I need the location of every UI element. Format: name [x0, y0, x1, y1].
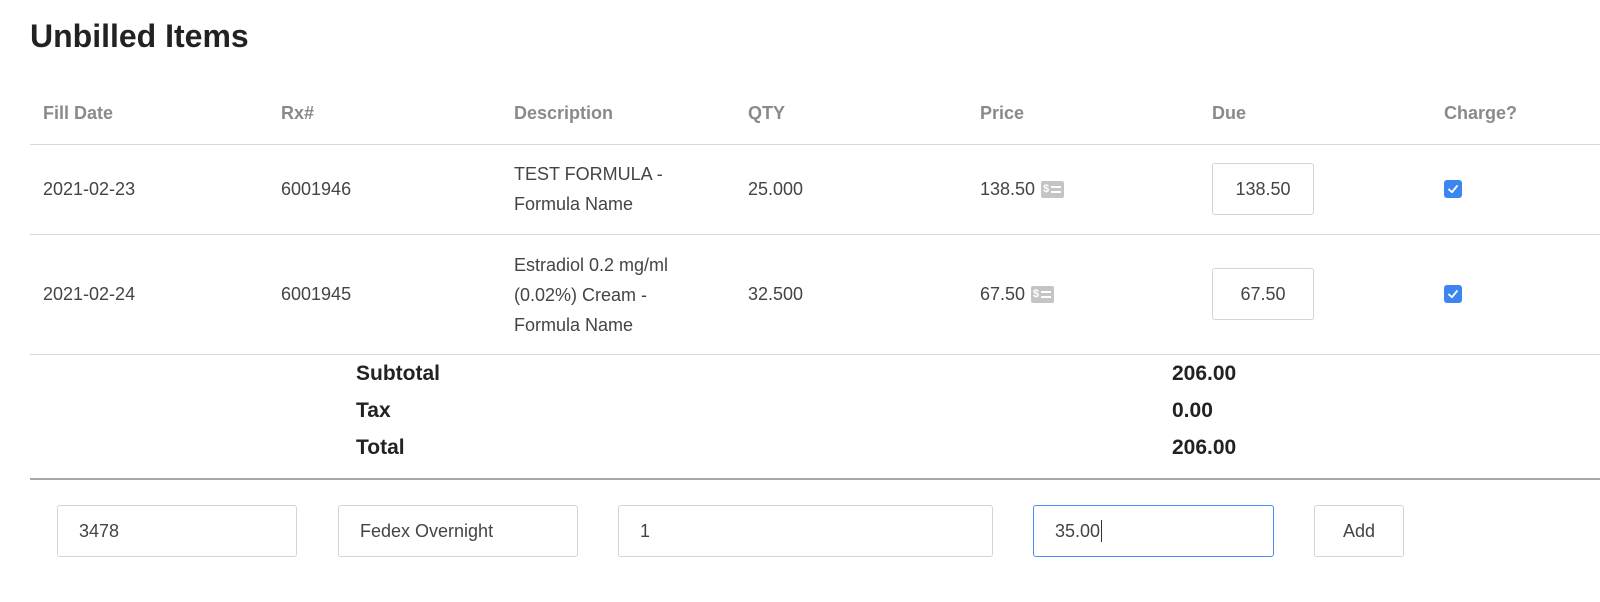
total-value: 206.00 [1172, 436, 1237, 459]
price-value: 138.50 [980, 179, 1036, 199]
charge-checkbox[interactable] [1444, 285, 1462, 303]
tax-label: Tax [356, 399, 391, 422]
col-header-due: Due [1212, 103, 1247, 123]
col-header-charge: Charge? [1444, 103, 1518, 123]
subtotal-label: Subtotal [356, 362, 440, 385]
col-header-description: Description [514, 103, 614, 123]
table-header: Fill Date Rx# Description QTY Price Due … [30, 88, 1600, 145]
description-cell: TEST FORMULA - Formula Name [514, 159, 714, 219]
price-value: 67.50 [980, 284, 1026, 304]
col-header-qty: QTY [748, 103, 786, 123]
total-label: Total [356, 436, 405, 459]
qty-cell: 25.000 [748, 179, 804, 199]
charge-checkbox[interactable] [1444, 180, 1462, 198]
description-line: (0.02%) Cream - [514, 285, 648, 305]
fill-date-cell: 2021-02-24 [43, 284, 136, 304]
totals-divider [30, 478, 1600, 480]
description-line: Estradiol 0.2 mg/ml [514, 255, 669, 275]
table-row: 2021-02-23 6001946 TEST FORMULA - Formul… [30, 145, 1600, 235]
due-amount-input[interactable]: 138.50 [1212, 163, 1314, 215]
rx-number-cell: 6001946 [281, 179, 352, 199]
page-title: Unbilled Items [30, 18, 249, 54]
item-price-input[interactable]: 35.00 [1033, 505, 1274, 557]
col-header-fill-date: Fill Date [43, 103, 114, 123]
item-qty-input[interactable]: 1 [618, 505, 993, 557]
table-row: 2021-02-24 6001945 Estradiol 0.2 mg/ml (… [30, 235, 1600, 355]
item-price-value: 35.00 [1055, 520, 1101, 541]
item-description-input[interactable]: Fedex Overnight [338, 505, 578, 557]
checkmark-icon [1448, 290, 1458, 299]
description-cell: Estradiol 0.2 mg/ml (0.02%) Cream - Form… [514, 250, 714, 340]
price-cell: 67.50 $ [980, 284, 1055, 305]
description-line: Formula Name [514, 194, 634, 214]
rx-number-cell: 6001945 [281, 284, 352, 304]
fill-date-cell: 2021-02-23 [43, 179, 136, 199]
add-button[interactable]: Add [1314, 505, 1404, 557]
col-header-rx: Rx# [281, 103, 315, 123]
payment-card-icon: $ [1031, 286, 1055, 303]
text-caret [1101, 520, 1103, 542]
price-cell: 138.50 $ [980, 179, 1065, 200]
payment-card-icon: $ [1041, 181, 1065, 198]
due-amount-input[interactable]: 67.50 [1212, 268, 1314, 320]
qty-cell: 32.500 [748, 284, 804, 304]
checkmark-icon [1448, 185, 1458, 194]
tax-value: 0.00 [1172, 399, 1213, 422]
subtotal-value: 206.00 [1172, 362, 1237, 385]
item-code-input[interactable]: 3478 [57, 505, 297, 557]
description-line: Formula Name [514, 315, 634, 335]
col-header-price: Price [980, 103, 1025, 123]
description-line: TEST FORMULA - [514, 164, 663, 184]
